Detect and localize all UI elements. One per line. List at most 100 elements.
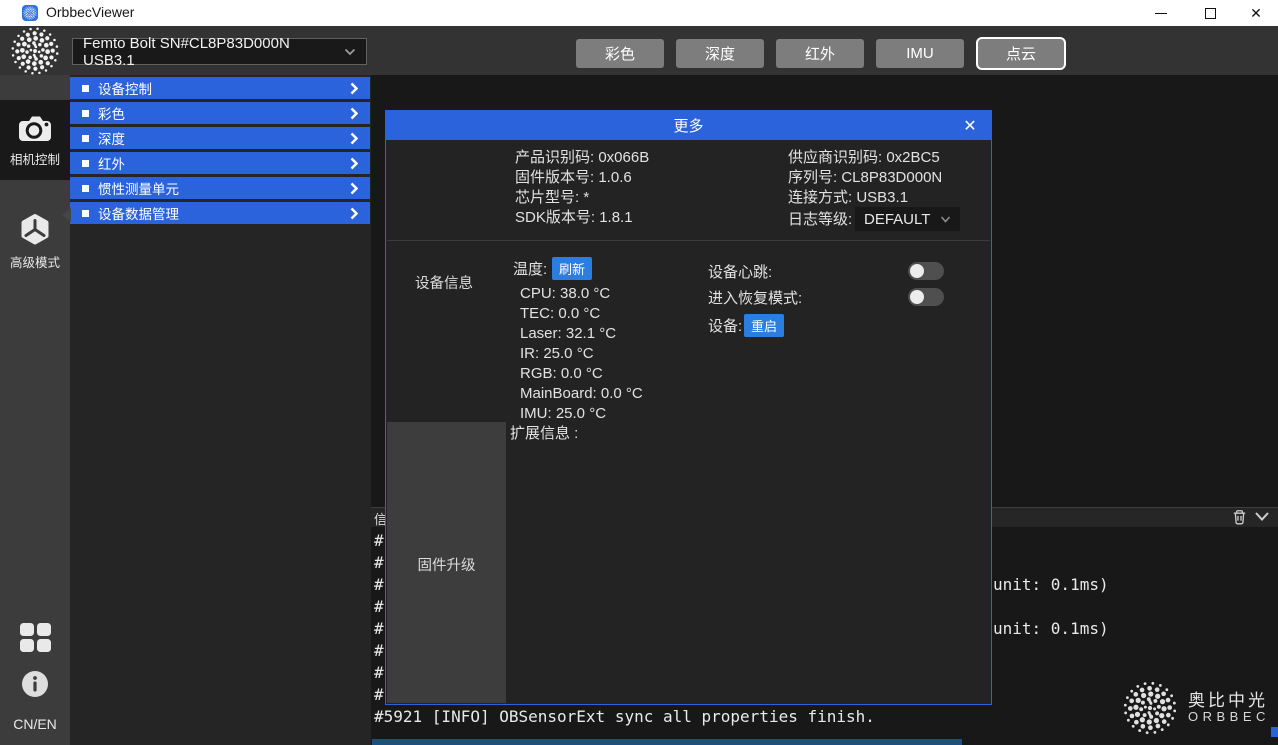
menu-item-imu[interactable]: 惯性测量单元 [70,177,370,199]
device-selector-value: Femto Bolt SN#CL8P83D000N USB3.1 [83,35,344,69]
log-line-fragment: unit: 0.1ms) [993,575,1109,594]
device-info-section-label: 设备信息 [415,272,473,293]
device-identity-left: 产品识别码: 0x066B 固件版本号: 1.0.6 芯片型号: * SDK版本… [515,148,649,228]
app-icon-swirl [22,5,38,21]
identity-row: 连接方式: USB3.1 [788,188,942,208]
grid-icon [19,622,52,654]
maximize-button[interactable] [1192,0,1228,26]
temperature-reading: MainBoard: 0.0 °C [520,384,643,404]
app-icon [22,5,38,21]
log-line: # [374,663,384,682]
chevron-down-icon [344,48,356,56]
log-line: # [374,553,384,572]
orbbecviewer-window: OrbbecViewer ✕ Femto Bolt SN#CL8P83D000N… [0,0,1278,745]
log-line: # [374,597,384,616]
menu-item-ir[interactable]: 红外 [70,152,370,174]
heartbeat-label: 设备心跳: [708,263,772,283]
cube-icon [17,213,53,247]
menu-item-device-control[interactable]: 设备控制 [70,77,370,99]
identity-row: SDK版本号: 1.8.1 [515,208,649,228]
maximize-icon [1205,8,1216,19]
collapse-log-button[interactable] [1254,511,1270,522]
menu-item-device-data-management[interactable]: 设备数据管理 [70,202,370,224]
temperature-reading: RGB: 0.0 °C [520,364,643,384]
stream-button-pointcloud[interactable]: 点云 [976,37,1066,70]
menu-item-label: 惯性测量单元 [98,178,179,198]
chevron-right-icon [350,132,358,145]
minimize-button[interactable] [1143,0,1179,26]
corner-accent [1271,727,1278,737]
log-line: # [374,641,384,660]
chevron-right-icon [350,182,358,195]
device-selector[interactable]: Femto Bolt SN#CL8P83D000N USB3.1 [72,38,367,65]
orbbec-footer-logo-icon [1120,678,1180,738]
restart-device-button[interactable]: 重启 [744,314,784,337]
dialog-header[interactable]: 更多 ✕ [386,111,991,140]
bullet-icon [82,210,89,217]
log-line: # [374,685,384,704]
temperature-reading: IR: 25.0 °C [520,344,643,364]
active-item-notch [62,208,71,222]
menu-item-label: 设备控制 [98,78,152,98]
sidebar-item-advanced-mode[interactable]: 高级模式 [0,213,70,271]
temperature-reading: IMU: 25.0 °C [520,404,643,424]
info-icon [21,670,49,698]
log-level-value: DEFAULT [864,211,930,228]
clear-log-button[interactable] [1231,508,1248,526]
minimize-icon [1155,13,1167,14]
identity-row: 产品识别码: 0x066B [515,148,649,168]
toggle-knob [910,290,924,304]
toggle-knob [910,264,924,278]
bullet-icon [82,85,89,92]
dialog-close-button[interactable]: ✕ [959,116,981,136]
log-level-label: 日志等级: [788,210,852,230]
temperature-reading: Laser: 32.1 °C [520,324,643,344]
log-line: # [374,531,384,550]
menu-item-depth[interactable]: 深度 [70,127,370,149]
chevron-right-icon [350,207,358,220]
identity-row: 序列号: CL8P83D000N [788,168,942,188]
temperature-reading: CPU: 38.0 °C [520,284,643,304]
stream-button-ir[interactable]: 红外 [776,39,864,68]
temperature-label: 温度: [513,260,547,280]
sidebar-item-camera-control[interactable]: 相机控制 [0,100,70,180]
menu-item-label: 设备数据管理 [98,203,179,223]
refresh-temperature-button[interactable]: 刷新 [552,257,592,280]
trash-icon [1231,508,1248,526]
more-dialog: 更多 ✕ 产品识别码: 0x066B 固件版本号: 1.0.6 芯片型号: * … [385,110,992,705]
icon-sidebar: 相机控制 高级模式 [0,75,70,745]
language-toggle[interactable]: CN/EN [0,716,70,732]
log-horizontal-scrollbar[interactable] [372,739,962,745]
device-identity-right: 供应商识别码: 0x2BC5 序列号: CL8P83D000N 连接方式: US… [788,148,942,208]
extended-info-label: 扩展信息 : [510,424,578,444]
menu-item-color[interactable]: 彩色 [70,102,370,124]
sidebar-item-label: 高级模式 [10,252,60,271]
log-line: # [374,619,384,638]
camera-icon [16,114,54,144]
firmware-upgrade-section[interactable]: 固件升级 [387,422,506,703]
stream-button-imu[interactable]: IMU [876,39,964,68]
about-button[interactable] [0,670,70,698]
log-line: # [374,575,384,594]
heartbeat-toggle[interactable] [908,262,944,280]
identity-row: 固件版本号: 1.0.6 [515,168,649,188]
orbbec-logo-icon [8,24,62,78]
stream-button-depth[interactable]: 深度 [676,39,764,68]
bullet-icon [82,110,89,117]
app-title: OrbbecViewer [46,4,134,20]
titlebar: OrbbecViewer ✕ [0,0,1278,26]
recovery-mode-label: 进入恢复模式: [708,289,802,309]
temperature-reading: TEC: 0.0 °C [520,304,643,324]
bullet-icon [82,160,89,167]
apps-grid-button[interactable] [0,622,70,654]
close-button[interactable]: ✕ [1238,0,1274,26]
close-icon: ✕ [1250,6,1262,20]
recovery-mode-toggle[interactable] [908,288,944,306]
temperature-readings: CPU: 38.0 °C TEC: 0.0 °C Laser: 32.1 °C … [520,284,643,424]
dialog-title: 更多 [673,115,703,136]
menu-item-label: 红外 [98,153,125,173]
log-line-fragment: unit: 0.1ms) [993,619,1109,638]
stream-button-color[interactable]: 彩色 [576,39,664,68]
log-level-select[interactable]: DEFAULT [855,207,960,231]
control-menu: 设备控制 彩色 深度 红外 惯性测量单元 [70,77,370,227]
